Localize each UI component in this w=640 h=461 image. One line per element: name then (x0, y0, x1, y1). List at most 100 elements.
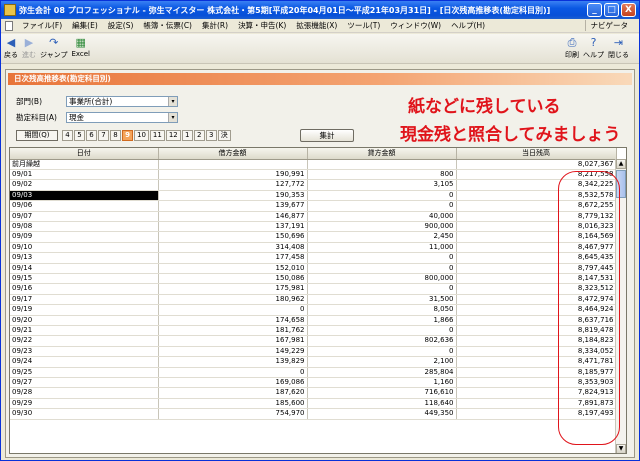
scroll-down-icon[interactable]: ▼ (616, 444, 626, 453)
table-row[interactable]: 09/30 754,970 449,350 8,197,493 (10, 408, 617, 420)
table-row[interactable]: 09/03 190,353 0 8,532,578 (10, 190, 617, 202)
menu-edit[interactable]: 編集(E) (67, 20, 103, 31)
date-cell: 09/07 (10, 211, 159, 222)
debit-cell: 152,010 (158, 263, 308, 274)
menu-file[interactable]: ファイル(F) (17, 20, 67, 31)
scroll-up-icon[interactable]: ▲ (616, 159, 626, 169)
balance-cell: 8,147,531 (456, 273, 617, 285)
menu-books[interactable]: 帳簿・伝票(C) (138, 20, 197, 31)
menu-settings[interactable]: 設定(S) (103, 20, 139, 31)
header-debit[interactable]: 借方金額 (158, 148, 308, 160)
period-12[interactable]: 12 (165, 130, 181, 141)
table-row[interactable]: 09/24 139,829 2,100 8,471,781 (10, 356, 617, 368)
table-row[interactable]: 前月繰越 8,027,367 (10, 159, 617, 170)
department-row: 部門(B) 事業所(合計) ▾ (16, 96, 178, 107)
date-cell: 09/03 (10, 190, 159, 202)
table-row[interactable]: 09/27 169,086 1,160 8,353,903 (10, 377, 617, 389)
credit-cell: 800 (307, 169, 457, 181)
credit-cell: 2,450 (307, 231, 457, 243)
table-row[interactable]: 09/20 174,658 1,866 8,637,716 (10, 315, 617, 327)
help-icon: ? (590, 36, 597, 49)
period-8[interactable]: 8 (110, 130, 121, 141)
table-row[interactable]: 09/08 137,191 900,000 8,016,323 (10, 221, 617, 233)
table-row[interactable]: 09/23 149,229 0 8,334,052 (10, 346, 617, 358)
period-4[interactable]: 4 (62, 130, 73, 141)
menu-tools[interactable]: ツール(T) (342, 20, 385, 31)
toolbar: ◀ 戻る ▶ 進む ↷ ジャンプ ▦ Excel ⎙ 印刷 ? ヘルプ ⇥ 閉じ… (1, 34, 639, 64)
print-button[interactable]: ⎙ 印刷 (565, 36, 579, 60)
period-2[interactable]: 2 (193, 130, 205, 141)
table-row[interactable]: 09/10 314,408 11,000 8,467,977 (10, 242, 617, 254)
credit-cell: 716,610 (307, 387, 457, 399)
calculate-button[interactable]: 集計 (300, 129, 354, 142)
period-6[interactable]: 6 (86, 130, 97, 141)
annotation-line-1: 紙などに残している (408, 97, 561, 117)
date-cell: 09/16 (10, 283, 159, 295)
credit-cell: 31,500 (307, 294, 457, 306)
period-closing[interactable]: 決 (217, 130, 231, 141)
date-cell: 09/27 (10, 377, 159, 389)
balance-cell: 8,164,569 (456, 231, 617, 243)
table-row[interactable]: 09/28 187,620 716,610 7,824,913 (10, 387, 617, 399)
table-row[interactable]: 09/01 190,991 800 8,217,558 (10, 169, 617, 181)
table-row[interactable]: 09/09 150,696 2,450 8,164,569 (10, 231, 617, 243)
menu-closing[interactable]: 決算・申告(K) (233, 20, 291, 31)
period-7[interactable]: 7 (98, 130, 109, 141)
minimize-button[interactable]: _ (587, 3, 602, 17)
period-9[interactable]: 9 (122, 130, 133, 141)
debit-cell: 314,408 (158, 242, 308, 254)
table-row[interactable]: 09/25 0 285,804 8,185,977 (10, 367, 617, 379)
back-button[interactable]: ◀ 戻る (4, 36, 18, 60)
table-row[interactable]: 09/29 185,600 118,640 7,891,873 (10, 398, 617, 410)
department-select[interactable]: 事業所(合計) ▾ (66, 96, 178, 107)
credit-cell: 0 (307, 252, 457, 264)
excel-button[interactable]: ▦ Excel (71, 36, 90, 58)
table-row[interactable]: 09/16 175,981 0 8,323,512 (10, 283, 617, 295)
date-cell: 09/17 (10, 294, 159, 306)
navigator-toggle[interactable]: ナビゲータ (584, 20, 634, 31)
header-date[interactable]: 日付 (10, 148, 159, 160)
period-10[interactable]: 10 (134, 130, 149, 141)
table-row[interactable]: 09/21 181,762 0 8,819,478 (10, 325, 617, 337)
account-select[interactable]: 現金 ▾ (66, 112, 178, 123)
date-cell: 09/28 (10, 387, 159, 399)
maximize-button[interactable]: □ (604, 3, 619, 17)
table-row[interactable]: 09/02 127,772 3,105 8,342,225 (10, 179, 617, 191)
date-cell: 09/14 (10, 263, 159, 274)
menu-help[interactable]: ヘルプ(H) (446, 20, 490, 31)
credit-cell: 900,000 (307, 221, 457, 233)
menu-window[interactable]: ウィンドウ(W) (385, 20, 446, 31)
balance-cell: 8,353,903 (456, 377, 617, 389)
period-label-button[interactable]: 期間(Q) (16, 130, 58, 141)
period-1[interactable]: 1 (181, 130, 193, 141)
table-row[interactable]: 09/22 167,981 802,636 8,184,823 (10, 335, 617, 347)
balance-cell: 8,185,977 (456, 367, 617, 379)
title-bar[interactable]: 弥生会計 08 プロフェッショナル - 弥生マイスター 株式会社・第5期[平成2… (1, 1, 639, 19)
chevron-down-icon: ▾ (168, 113, 177, 122)
table-row[interactable]: 09/13 177,458 0 8,645,435 (10, 252, 617, 264)
header-balance[interactable]: 当日残高 (456, 148, 617, 160)
header-credit[interactable]: 貸方金額 (307, 148, 457, 160)
close-button[interactable]: ⇥ 閉じる (608, 36, 629, 60)
forward-button[interactable]: ▶ 進む (22, 36, 36, 60)
close-window-button[interactable]: X (621, 3, 636, 17)
table-row[interactable]: 09/14 152,010 0 8,797,445 (10, 263, 617, 274)
table-row[interactable]: 09/07 146,877 40,000 8,779,132 (10, 211, 617, 222)
menu-reports[interactable]: 集計(R) (197, 20, 233, 31)
help-button[interactable]: ? ヘルプ (583, 36, 604, 60)
scroll-thumb[interactable] (616, 170, 626, 198)
vertical-scrollbar[interactable]: ▲ ▼ (615, 159, 626, 453)
period-5[interactable]: 5 (74, 130, 85, 141)
jump-button[interactable]: ↷ ジャンプ (40, 36, 67, 60)
menu-extensions[interactable]: 拡張機能(X) (291, 20, 342, 31)
table-row[interactable]: 09/19 0 8,050 8,464,924 (10, 304, 617, 316)
table-row[interactable]: 09/15 150,086 800,000 8,147,531 (10, 273, 617, 285)
period-3[interactable]: 3 (205, 130, 217, 141)
table-row[interactable]: 09/17 180,962 31,500 8,472,974 (10, 294, 617, 306)
balance-cell: 8,645,435 (456, 252, 617, 264)
table-row[interactable]: 09/06 139,677 0 8,672,255 (10, 200, 617, 212)
report-panel: 日次残高推移表(勘定科目別) 部門(B) 事業所(合計) ▾ 勘定科目(A) 現… (5, 69, 635, 458)
debit-cell: 146,877 (158, 211, 308, 222)
date-cell: 09/06 (10, 200, 159, 212)
period-11[interactable]: 11 (149, 130, 165, 141)
